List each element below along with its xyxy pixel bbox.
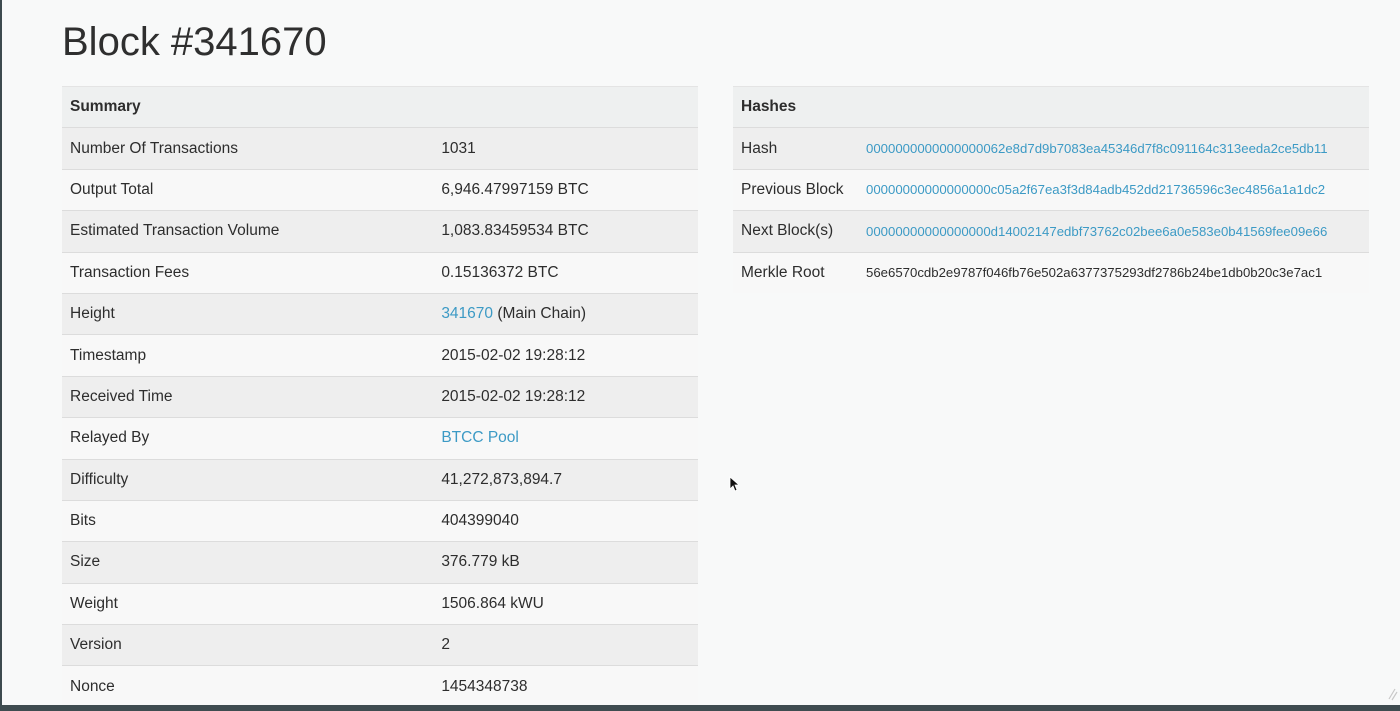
row-label: Number Of Transactions [62,127,434,170]
height-link[interactable]: 341670 [441,305,493,322]
block-hash-link[interactable]: 0000000000000000062e8d7d9b7083ea45346d7f… [866,141,1328,156]
table-row: Height 341670 (Main Chain) [62,292,698,335]
row-label: Version [62,624,434,666]
row-value: 1,083.83459534 BTC [433,210,698,253]
table-row: Hash 0000000000000000062e8d7d9b7083ea453… [733,127,1369,170]
table-row: Output Total 6,946.47997159 BTC [62,168,698,211]
table-row: Merkle Root 56e6570cdb2e9787f046fb76e502… [733,251,1369,293]
row-value: 1454348738 [433,665,698,707]
hashes-table: Hashes Hash 0000000000000000062e8d7d9b70… [733,85,1369,293]
hashes-header-row: Hashes [733,85,1369,128]
next-block-link[interactable]: 00000000000000000d14002147edbf73762c02be… [866,224,1327,239]
row-label: Previous Block [733,168,858,211]
row-value: 404399040 [433,499,698,542]
summary-header: Summary [62,85,698,128]
table-row: Timestamp 2015-02-02 19:28:12 [62,334,698,377]
row-value: 2015-02-02 19:28:12 [433,375,698,418]
row-value: 376.779 kB [433,541,698,584]
hash-value: 0000000000000000062e8d7d9b7083ea45346d7f… [858,127,1369,170]
resize-grip-icon [1388,688,1398,701]
table-row: Number Of Transactions 1031 [62,127,698,170]
window-left-edge [0,0,2,711]
row-label: Height [62,292,434,335]
row-label: Output Total [62,168,434,211]
row-value: 6,946.47997159 BTC [433,168,698,211]
relayed-by-link[interactable]: BTCC Pool [441,429,519,446]
mouse-pointer-icon [729,476,739,492]
summary-header-row: Summary [62,85,698,128]
chain-status: (Main Chain) [493,305,587,323]
window-bottom-bar [0,705,1400,711]
height-value: 341670 (Main Chain) [433,292,698,335]
row-value: 2015-02-02 19:28:12 [433,334,698,377]
next-block-value: 00000000000000000d14002147edbf73762c02be… [858,210,1369,253]
table-row: Transaction Fees 0.15136372 BTC [62,251,698,294]
previous-block-value: 00000000000000000c05a2f67ea3f3d84adb452d… [858,168,1369,211]
row-label: Transaction Fees [62,251,434,294]
table-row: Next Block(s) 00000000000000000d14002147… [733,210,1369,253]
relayed-by-value: BTCC Pool [433,417,698,460]
table-row: Version 2 [62,624,698,666]
table-row: Weight 1506.864 kWU [62,582,698,625]
row-label: Relayed By [62,417,434,460]
table-row: Bits 404399040 [62,499,698,542]
row-label: Timestamp [62,334,434,377]
row-value: 1506.864 kWU [433,582,698,625]
row-label: Size [62,541,434,584]
row-label: Hash [733,127,858,170]
row-label: Nonce [62,665,434,707]
merkle-root-value: 56e6570cdb2e9787f046fb76e502a6377375293d… [858,251,1369,293]
table-row: Difficulty 41,272,873,894.7 [62,458,698,501]
table-row: Estimated Transaction Volume 1,083.83459… [62,210,698,253]
summary-table: Summary Number Of Transactions 1031 Outp… [62,85,698,707]
row-label: Estimated Transaction Volume [62,210,434,253]
row-value: 41,272,873,894.7 [433,458,698,501]
row-value: 2 [433,624,698,666]
row-value: 1031 [433,127,698,170]
table-row: Nonce 1454348738 [62,665,698,707]
table-row: Received Time 2015-02-02 19:28:12 [62,375,698,418]
hashes-header: Hashes [733,85,1369,128]
row-value: 0.15136372 BTC [433,251,698,294]
row-label: Bits [62,499,434,542]
row-label: Next Block(s) [733,210,858,253]
row-label: Received Time [62,375,434,418]
row-label: Weight [62,582,434,625]
table-row: Relayed By BTCC Pool [62,417,698,460]
row-label: Merkle Root [733,251,858,293]
previous-block-link[interactable]: 00000000000000000c05a2f67ea3f3d84adb452d… [866,182,1325,197]
page-title: Block #341670 [62,20,327,64]
table-row: Size 376.779 kB [62,541,698,584]
row-label: Difficulty [62,458,434,501]
table-row: Previous Block 00000000000000000c05a2f67… [733,168,1369,211]
